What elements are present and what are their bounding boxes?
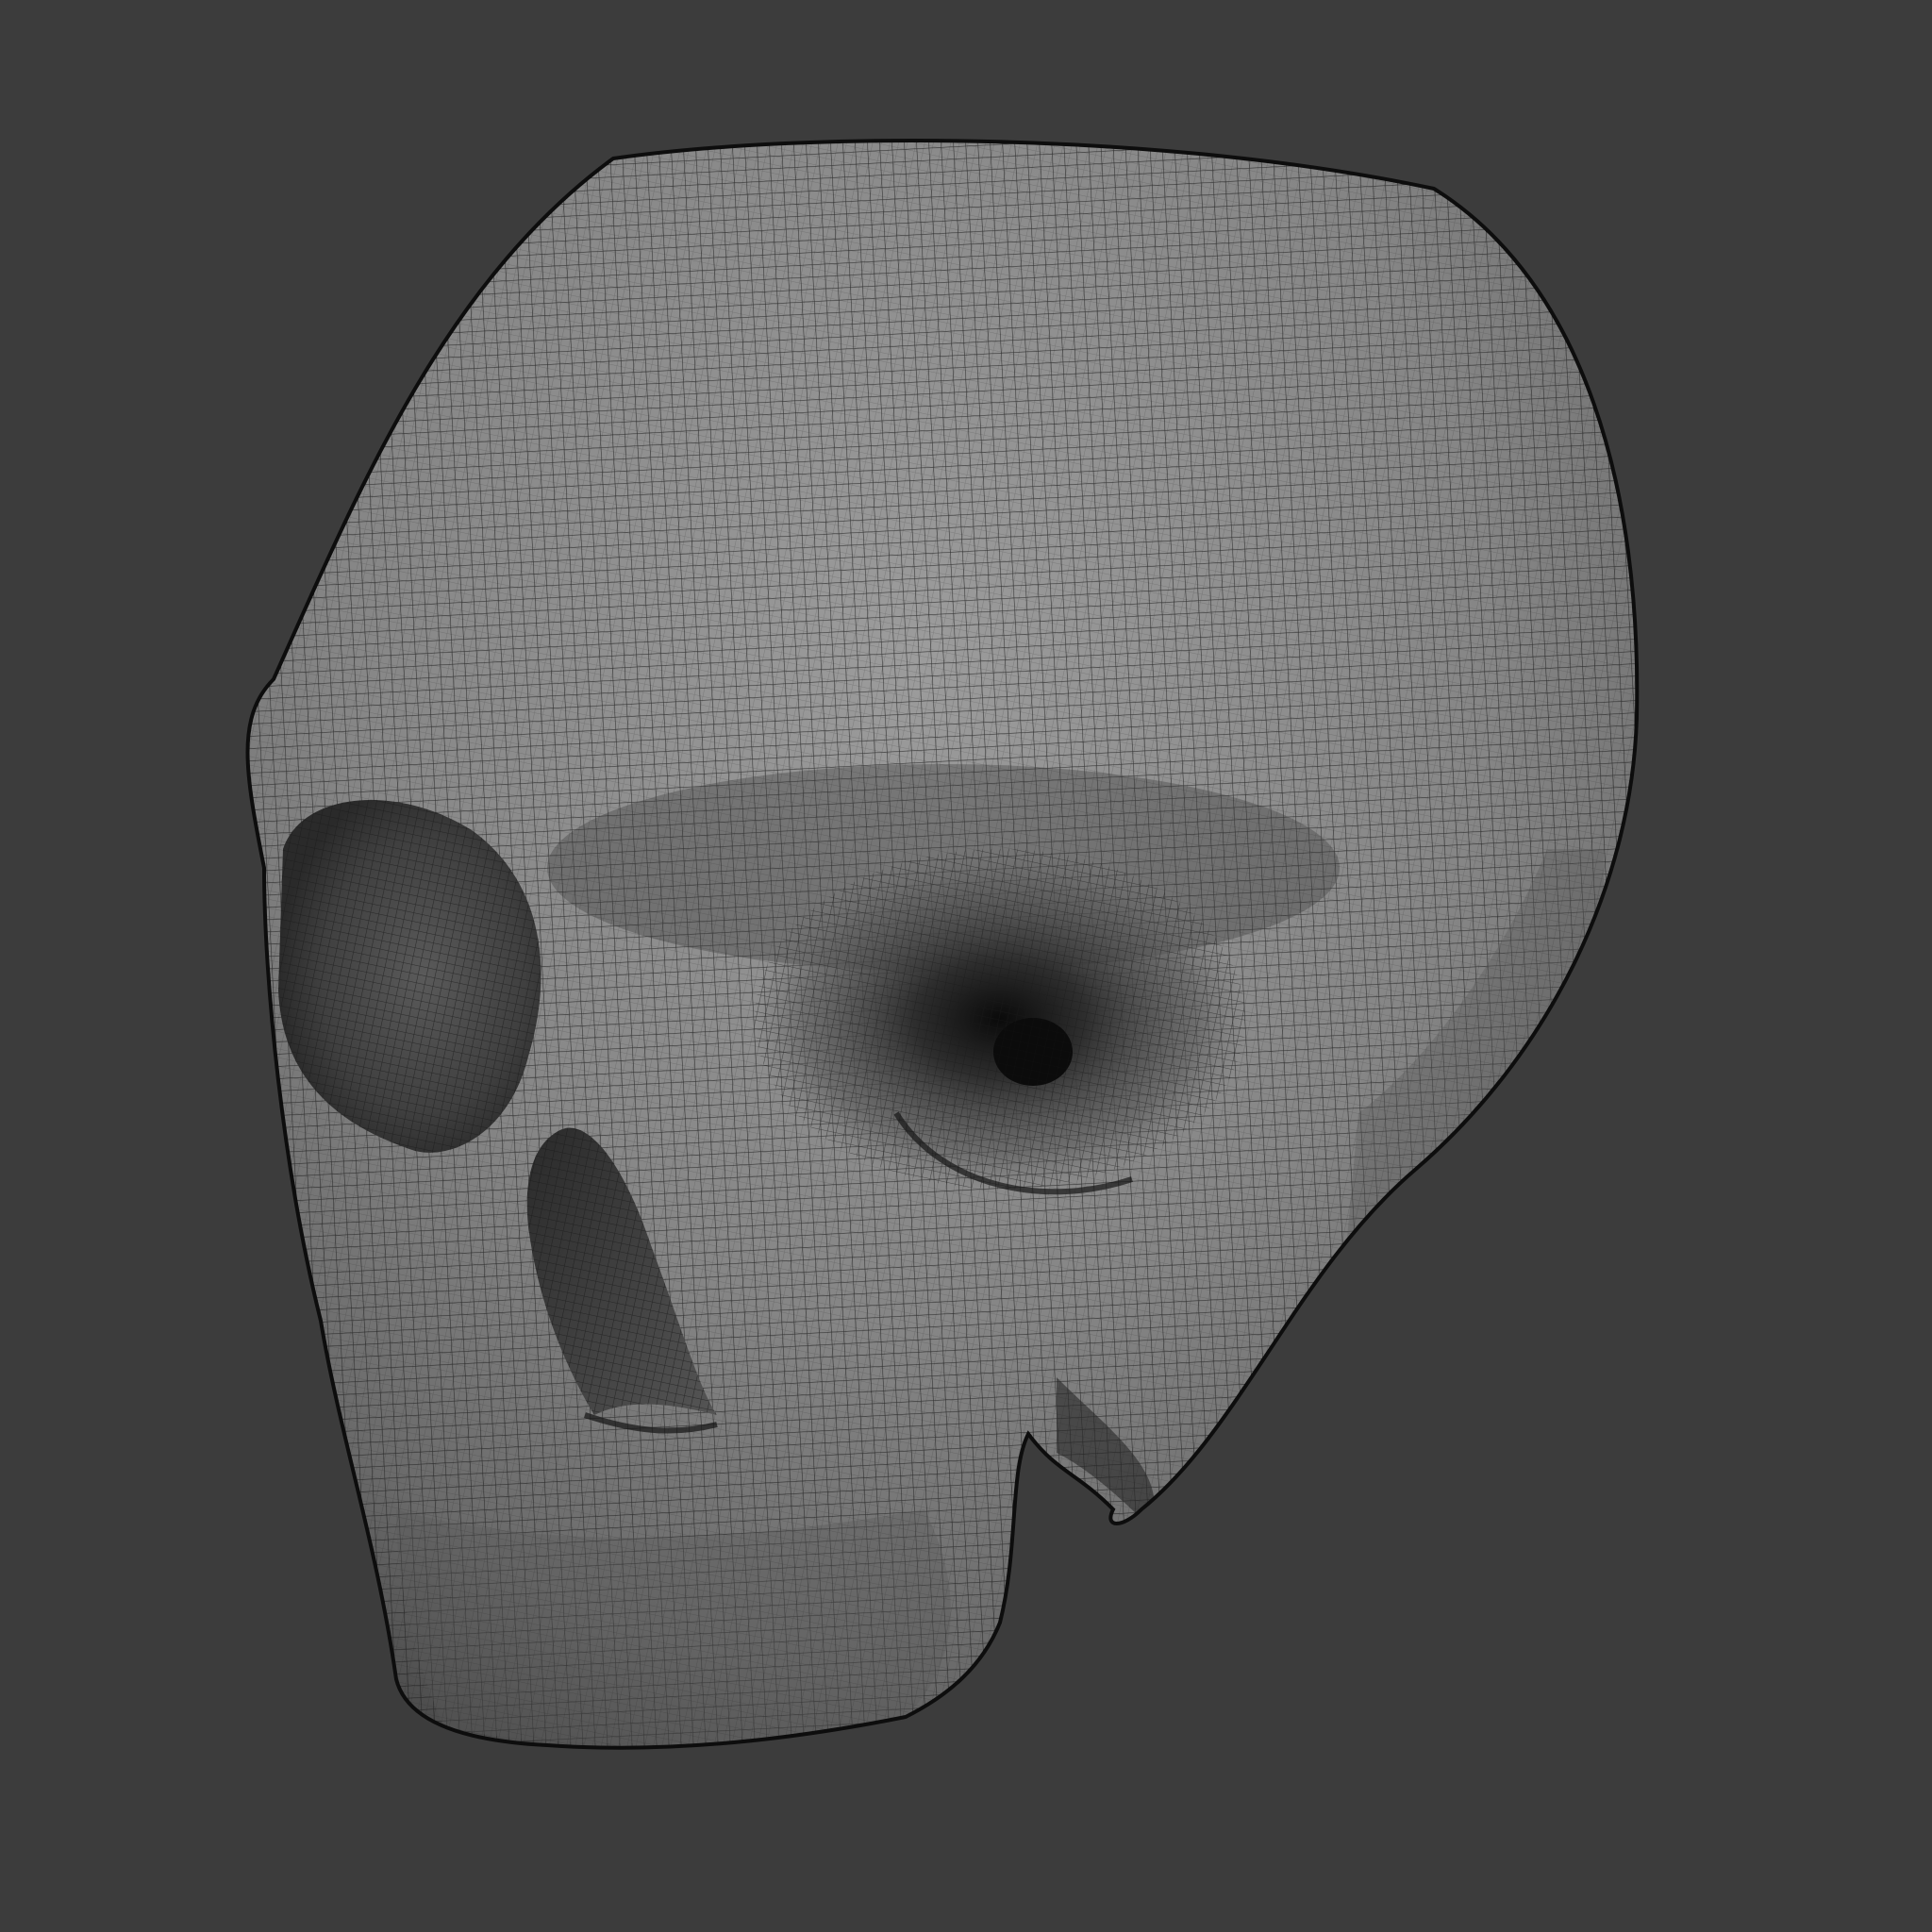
3d-viewport[interactable] <box>0 0 1932 1932</box>
skull-render <box>245 139 1640 1750</box>
skull-model <box>245 139 1640 1750</box>
